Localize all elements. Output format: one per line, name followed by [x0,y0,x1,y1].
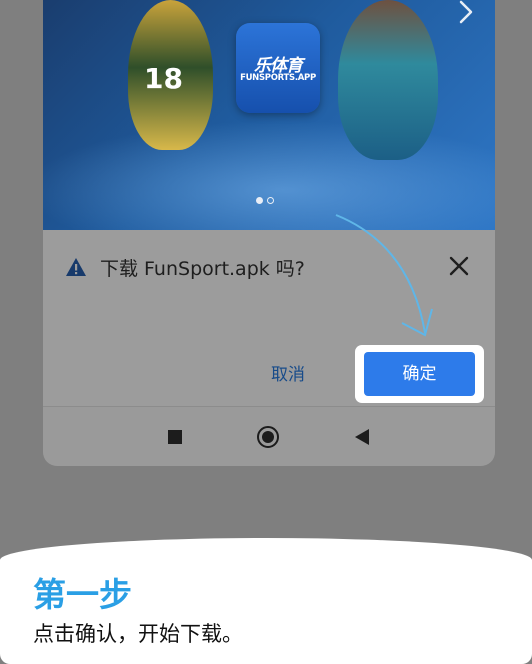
step-description: 点击确认，开始下载。 [33,622,243,646]
cancel-button[interactable]: 取消 [271,360,305,385]
pointer-arrow-icon [335,214,433,337]
carousel-dot-active[interactable] [256,197,263,204]
confirm-highlight: 确定 [355,345,484,403]
instruction-card: 第一步 点击确认，开始下载。 [0,538,532,664]
back-icon[interactable] [355,429,369,445]
app-logo: 乐体育 FUNSPORTS.APP [236,23,320,113]
close-icon[interactable] [448,255,470,277]
step-title: 第一步 [33,575,132,614]
android-nav-bar [43,407,495,466]
home-icon[interactable] [257,426,279,448]
dialog-message: 下载 FunSport.apk 吗? [100,258,305,280]
recent-apps-icon[interactable] [168,430,182,444]
chevron-right-icon[interactable] [457,0,475,24]
carousel-indicator [256,197,274,204]
carousel-dot[interactable] [267,197,274,204]
soccer-player-image [338,0,438,160]
football-player-image: 18 [128,0,213,150]
confirm-button[interactable]: 确定 [364,352,475,396]
promo-banner: 18 乐体育 FUNSPORTS.APP [43,0,495,260]
warning-icon [66,258,86,276]
jersey-number: 18 [144,62,183,95]
logo-text-en: FUNSPORTS.APP [240,73,316,83]
